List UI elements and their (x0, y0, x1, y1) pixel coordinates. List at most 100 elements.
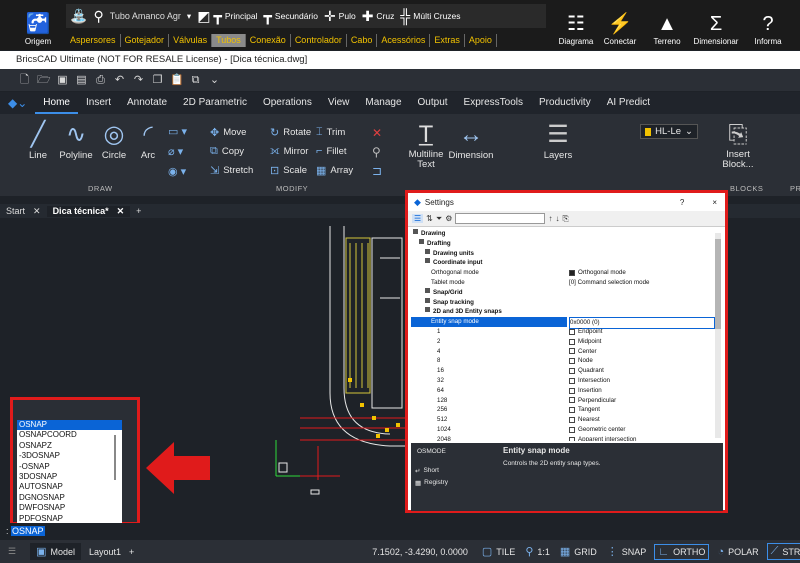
dropdown-icon[interactable]: ⌄ (208, 74, 221, 87)
help-button[interactable]: ? (680, 198, 684, 207)
arrow-down-icon[interactable]: ↓ (555, 214, 559, 223)
new-file-icon[interactable]: 🗋 (18, 74, 31, 87)
settings-row[interactable]: Coordinate input (411, 258, 717, 268)
tab-manage[interactable]: Manage (357, 92, 409, 114)
pipe-combo[interactable]: ⚲ Tubo Amanco Agr ▾ (93, 8, 191, 25)
command-suggestion-item[interactable]: DGNOSNAP (17, 493, 122, 503)
category-cabo[interactable]: Cabo (347, 34, 378, 47)
setting-value[interactable]: Endpoint (569, 327, 602, 337)
multiline-text-button[interactable]: T̲ Multiline Text (404, 120, 448, 170)
tab-annotate[interactable]: Annotate (119, 92, 175, 114)
settings-row[interactable]: 512 Nearest (411, 415, 717, 425)
settings-row[interactable]: Orthogonal mode Orthogonal mode (411, 268, 717, 278)
setting-value[interactable]: Midpoint (569, 337, 601, 347)
add-layout-icon[interactable]: + (129, 547, 134, 557)
polyline-button[interactable]: ∿ Polyline (56, 120, 96, 161)
tool-secundario[interactable]: ┳ Secundário (263, 8, 317, 25)
checkbox[interactable] (569, 397, 575, 404)
category-valvulas[interactable]: Válvulas (169, 34, 213, 47)
tab-productivity[interactable]: Productivity (531, 92, 599, 114)
close-icon[interactable]: ✕ (117, 206, 125, 217)
setting-value[interactable]: [0] Command selection mode (569, 278, 649, 288)
setting-value[interactable]: Tangent (569, 405, 600, 415)
command-suggestion-item[interactable]: OSNAPZ (17, 441, 122, 451)
command-suggestion-item[interactable]: DWFOSNAP (17, 503, 122, 513)
app-menu-icon[interactable]: ◆⌄ (0, 92, 35, 114)
paste-icon[interactable]: 📋 (170, 74, 184, 87)
expand-icon[interactable] (425, 297, 430, 303)
settings-row[interactable]: Entity snap mode 0x0000 (0) (411, 317, 717, 329)
settings-row[interactable]: 1024 Geometric center (411, 425, 717, 435)
offset-icon[interactable]: ⊐ (372, 162, 382, 181)
layers-button[interactable]: ☰ Layers (540, 120, 576, 161)
export-icon[interactable]: ⎘ (562, 214, 568, 224)
ortho-toggle[interactable]: ∟ ORTHO (654, 543, 710, 560)
tree-scrollbar[interactable] (715, 233, 721, 438)
save-as-icon[interactable]: ▤ (75, 74, 88, 87)
registry-option[interactable]: ▦ Registry (415, 479, 448, 487)
category-conexao[interactable]: Conexão (246, 34, 291, 47)
checkbox[interactable] (569, 436, 575, 441)
origin-button[interactable]: 🚰 Origem (20, 2, 56, 46)
redo-icon[interactable]: ↷ (132, 74, 145, 87)
checkbox[interactable] (569, 348, 575, 355)
arrow-up-icon[interactable]: ↑ (548, 214, 552, 223)
settings-row[interactable]: 256 Tangent (411, 405, 717, 415)
tab-operations[interactable]: Operations (255, 92, 320, 114)
rectangle-icon[interactable]: ▭ ▾ (168, 122, 187, 142)
scale-toggle[interactable]: ⚲ 1:1 (525, 545, 550, 558)
checkbox[interactable] (569, 417, 575, 424)
setting-value[interactable]: Insertion (569, 386, 602, 396)
settings-row[interactable]: 8 Node (411, 356, 717, 366)
layout1-tab[interactable]: Layout1 (89, 547, 121, 557)
model-tab[interactable]: ▣ Model (30, 543, 81, 560)
close-button[interactable]: × (712, 198, 717, 207)
settings-row[interactable]: Snap tracking (411, 297, 717, 308)
category-aspersores[interactable]: Aspersores (66, 34, 121, 47)
checkbox[interactable] (569, 358, 575, 365)
expand-icon[interactable] (425, 258, 430, 264)
setting-value[interactable]: Quadrant (569, 366, 604, 376)
rotate-button[interactable]: ↻ Rotate (270, 126, 311, 139)
trim-button[interactable]: ⌶ Trim (316, 126, 345, 139)
settings-row[interactable]: 128 Perpendicular (411, 396, 717, 406)
setting-value[interactable]: Nearest (569, 415, 600, 425)
setting-value[interactable]: Node (569, 356, 593, 366)
layer-combo[interactable]: HL-Le ⌄ (640, 124, 698, 139)
tool-pulo[interactable]: ✛ Pulo (324, 8, 356, 25)
insert-block-button[interactable]: ⎘ Insert Block... (718, 120, 758, 170)
command-suggestion-item[interactable]: OSNAPCOORD (17, 430, 122, 440)
category-apoio[interactable]: Apoio (465, 34, 497, 47)
checkbox[interactable] (569, 338, 575, 345)
close-icon[interactable]: ✕ (33, 206, 41, 217)
dimension-button[interactable]: ↔ Dimension (446, 120, 496, 161)
settings-row[interactable]: Drafting (411, 238, 717, 249)
snap-toggle[interactable]: ⋮ SNAP (607, 545, 647, 558)
terrain-button[interactable]: ▲ Terreno (647, 2, 687, 46)
settings-row[interactable]: Snap/Grid (411, 287, 717, 298)
expand-icon[interactable] (425, 307, 430, 313)
settings-row[interactable]: 64 Insertion (411, 386, 717, 396)
undo-icon[interactable]: ↶ (113, 74, 126, 87)
settings-row[interactable]: 2D and 3D Entity snaps (411, 307, 717, 317)
hatch-icon[interactable]: ⌀ ▾ (168, 142, 187, 162)
stretch-button[interactable]: ⇲ Stretch (210, 164, 253, 177)
diagram-button[interactable]: ☷ Diagrama (556, 2, 596, 46)
sprinkler-icon[interactable]: ⛲ (70, 8, 87, 25)
mirror-button[interactable]: ⟗ Mirror (270, 145, 308, 158)
command-suggestion-item[interactable]: -OSNAP (17, 462, 122, 472)
checkbox[interactable] (569, 270, 575, 277)
list-scrollbar[interactable] (114, 435, 116, 480)
doc-tab-start[interactable]: Start ✕ (0, 206, 47, 217)
tab-insert[interactable]: Insert (78, 92, 119, 114)
expand-icon[interactable] (425, 287, 430, 293)
settings-row[interactable]: 2048 Apparent intersection (411, 435, 717, 441)
tool-multi-cruzes[interactable]: ╬ Múlti Cruzes (400, 8, 460, 24)
command-suggestion-list[interactable]: OSNAP OSNAPCOORD OSNAPZ -3DOSNAP -OSNAP 3DOSN… (17, 420, 122, 525)
short-option[interactable]: ↵ Short (415, 467, 439, 475)
tile-toggle[interactable]: ▢ TILE (482, 545, 515, 558)
move-button[interactable]: ✥ Move (210, 126, 246, 139)
gear-icon[interactable]: ⚙ (445, 214, 452, 223)
command-suggestion-item[interactable]: 3DOSNAP (17, 472, 122, 482)
settings-row[interactable]: 4 Center (411, 347, 717, 357)
